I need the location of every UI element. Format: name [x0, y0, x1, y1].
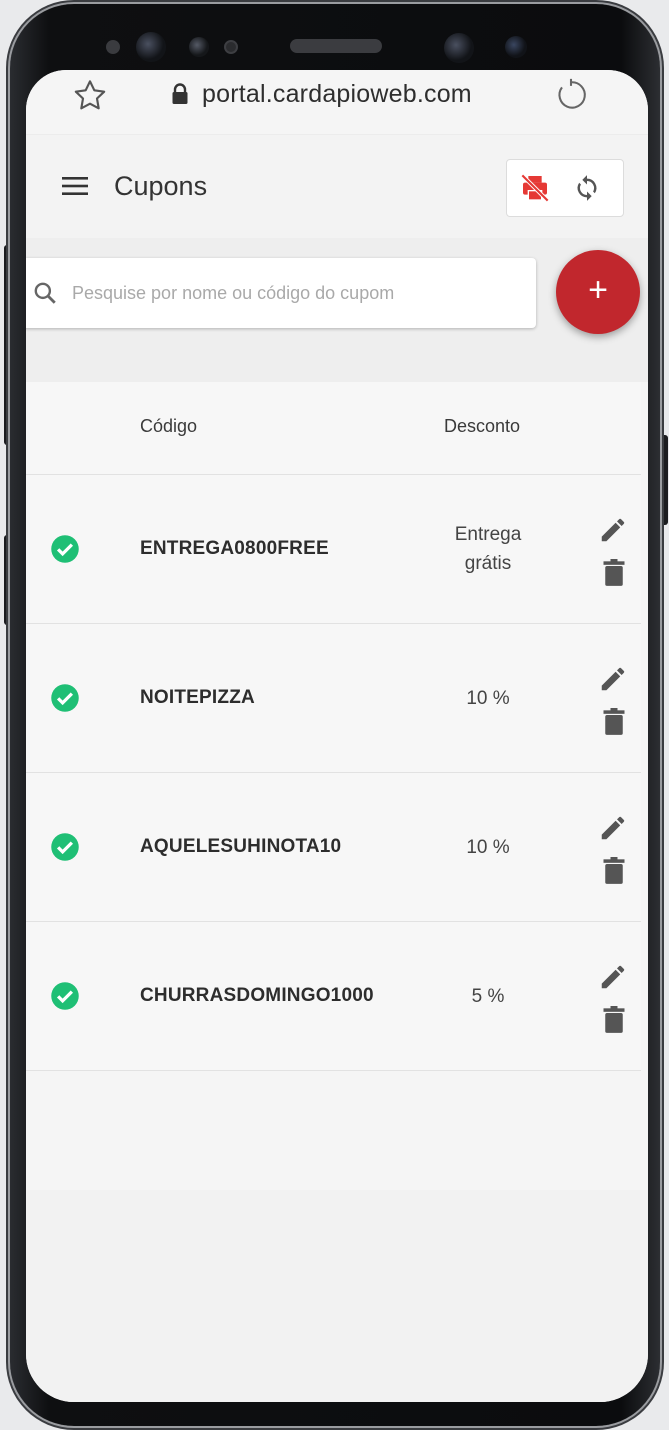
- check-circle-icon: [51, 982, 79, 1010]
- phone-frame: portal.cardapioweb.com Cupons Pesquise p…: [10, 4, 660, 1426]
- lock-icon: [172, 83, 188, 104]
- coupon-code: NOITEPIZZA: [140, 687, 255, 708]
- coupon-discount-line: 10 %: [466, 837, 510, 858]
- coupon-discount: 5 %: [426, 982, 550, 1011]
- header-tools: [506, 159, 624, 217]
- coupon-code: ENTREGA0800FREE: [140, 538, 329, 559]
- column-header-code: Código: [140, 416, 198, 436]
- phone-sensor-bar: [0, 26, 669, 70]
- table-header: Código Desconto: [26, 382, 641, 475]
- add-coupon-button[interactable]: +: [556, 250, 640, 334]
- search-input[interactable]: [72, 258, 522, 328]
- url-text[interactable]: portal.cardapioweb.com: [202, 80, 472, 109]
- page-title: Cupons: [114, 171, 208, 201]
- empty-area: [26, 1190, 648, 1402]
- reload-icon[interactable]: [552, 76, 590, 114]
- column-header-discount: Desconto: [444, 416, 521, 436]
- edit-icon[interactable]: [598, 813, 628, 843]
- coupon-discount: 10 %: [426, 833, 550, 862]
- coupon-discount: 10 %: [426, 684, 550, 713]
- sensor-dot: [224, 40, 238, 54]
- delete-icon[interactable]: [602, 708, 626, 736]
- star-icon[interactable]: [70, 76, 110, 116]
- edit-icon[interactable]: [598, 962, 628, 992]
- check-circle-icon: [51, 684, 79, 712]
- front-camera: [136, 32, 166, 62]
- delete-icon[interactable]: [602, 857, 626, 885]
- coupon-discount-line: 10 %: [466, 688, 510, 709]
- edit-icon[interactable]: [598, 515, 628, 545]
- app-header: Cupons: [26, 134, 648, 240]
- sensor-dot: [505, 36, 527, 58]
- check-circle-icon: [51, 833, 79, 861]
- search-box: [26, 258, 536, 328]
- coupon-discount-line: 5 %: [471, 986, 505, 1007]
- sensor-dot: [106, 40, 120, 54]
- delete-icon[interactable]: [602, 559, 626, 587]
- edit-icon[interactable]: [598, 664, 628, 694]
- coupon-discount-line: Entrega: [454, 524, 522, 545]
- coupon-code: CHURRASDOMINGO1000: [140, 985, 374, 1006]
- table-row[interactable]: ENTREGA0800FREE Entrega grátis: [26, 475, 641, 624]
- phone-screen: portal.cardapioweb.com Cupons Pesquise p…: [26, 70, 648, 1402]
- table-row[interactable]: AQUELESUHINOTA10 10 %: [26, 773, 641, 922]
- coupon-discount: Entrega grátis: [426, 520, 550, 578]
- menu-icon[interactable]: [62, 176, 88, 196]
- phone-side-button: [660, 435, 668, 525]
- coupons-table: Código Desconto ENTREGA0800FREE Entrega …: [26, 382, 641, 1071]
- search-section: +: [26, 238, 648, 382]
- browser-url-bar: portal.cardapioweb.com: [26, 70, 648, 134]
- sync-icon[interactable]: [573, 174, 601, 202]
- table-row[interactable]: CHURRASDOMINGO1000 5 %: [26, 922, 641, 1071]
- sensor-dot: [189, 37, 209, 57]
- search-icon: [34, 282, 56, 304]
- printer-off-icon[interactable]: [519, 172, 551, 204]
- earpiece-speaker: [290, 39, 382, 53]
- delete-icon[interactable]: [602, 1006, 626, 1034]
- iris-camera: [444, 33, 474, 63]
- check-circle-icon: [51, 535, 79, 563]
- coupon-code: AQUELESUHINOTA10: [140, 836, 342, 857]
- coupon-discount-line: grátis: [464, 553, 512, 574]
- table-row[interactable]: NOITEPIZZA 10 %: [26, 624, 641, 773]
